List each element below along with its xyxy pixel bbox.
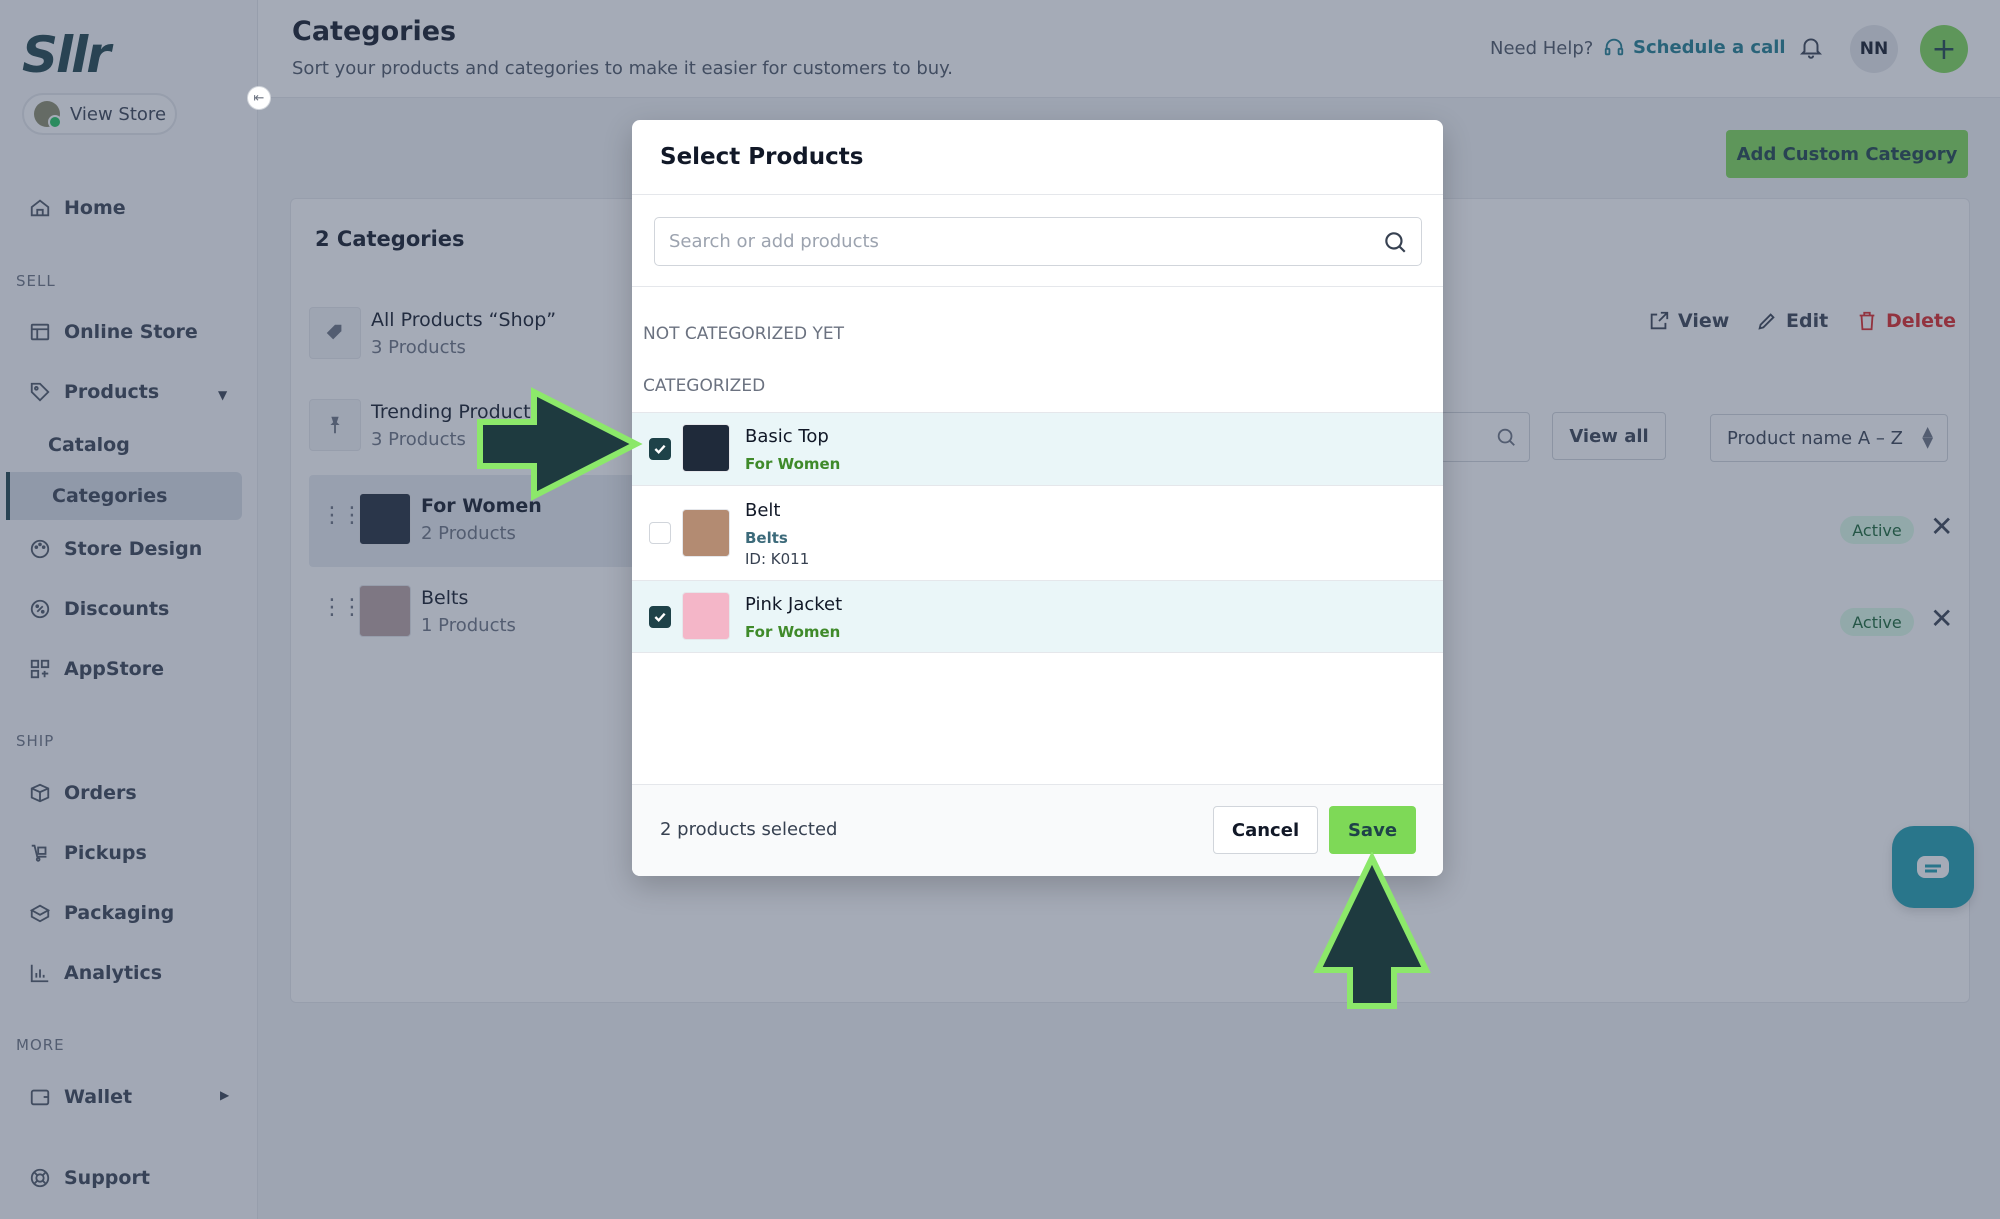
cancel-button[interactable]: Cancel <box>1213 806 1318 854</box>
product-row[interactable]: Pink Jacket For Women <box>632 580 1443 653</box>
product-name: Belt <box>745 500 781 521</box>
not-categorized-label: NOT CATEGORIZED YET <box>643 324 844 344</box>
divider <box>632 194 1443 195</box>
product-category: Belts <box>745 529 788 547</box>
collapse-sidebar-icon[interactable]: ⇤ <box>247 86 271 110</box>
categorized-label: CATEGORIZED <box>643 376 766 396</box>
product-checkbox[interactable] <box>649 522 671 544</box>
product-name: Basic Top <box>745 426 829 447</box>
product-checkbox[interactable] <box>649 438 671 460</box>
selected-count: 2 products selected <box>660 819 838 840</box>
product-id: ID: K011 <box>745 550 810 568</box>
product-thumbnail <box>682 424 730 472</box>
search-products-input[interactable] <box>654 217 1422 266</box>
annotation-arrow-right-icon <box>477 387 643 501</box>
product-row[interactable]: Belt Belts ID: K011 <box>632 485 1443 580</box>
product-thumbnail <box>682 509 730 557</box>
annotation-arrow-up-icon <box>1313 852 1431 1009</box>
product-checkbox[interactable] <box>649 606 671 628</box>
product-category: For Women <box>745 623 841 641</box>
product-row[interactable]: Basic Top For Women <box>632 412 1443 485</box>
save-button[interactable]: Save <box>1329 806 1416 854</box>
modal-title: Select Products <box>660 144 864 170</box>
product-thumbnail <box>682 592 730 640</box>
divider <box>632 286 1443 287</box>
product-name: Pink Jacket <box>745 594 843 615</box>
search-icon[interactable] <box>1382 229 1408 255</box>
select-products-modal: Select Products NOT CATEGORIZED YET CATE… <box>632 120 1443 876</box>
product-category: For Women <box>745 455 841 473</box>
